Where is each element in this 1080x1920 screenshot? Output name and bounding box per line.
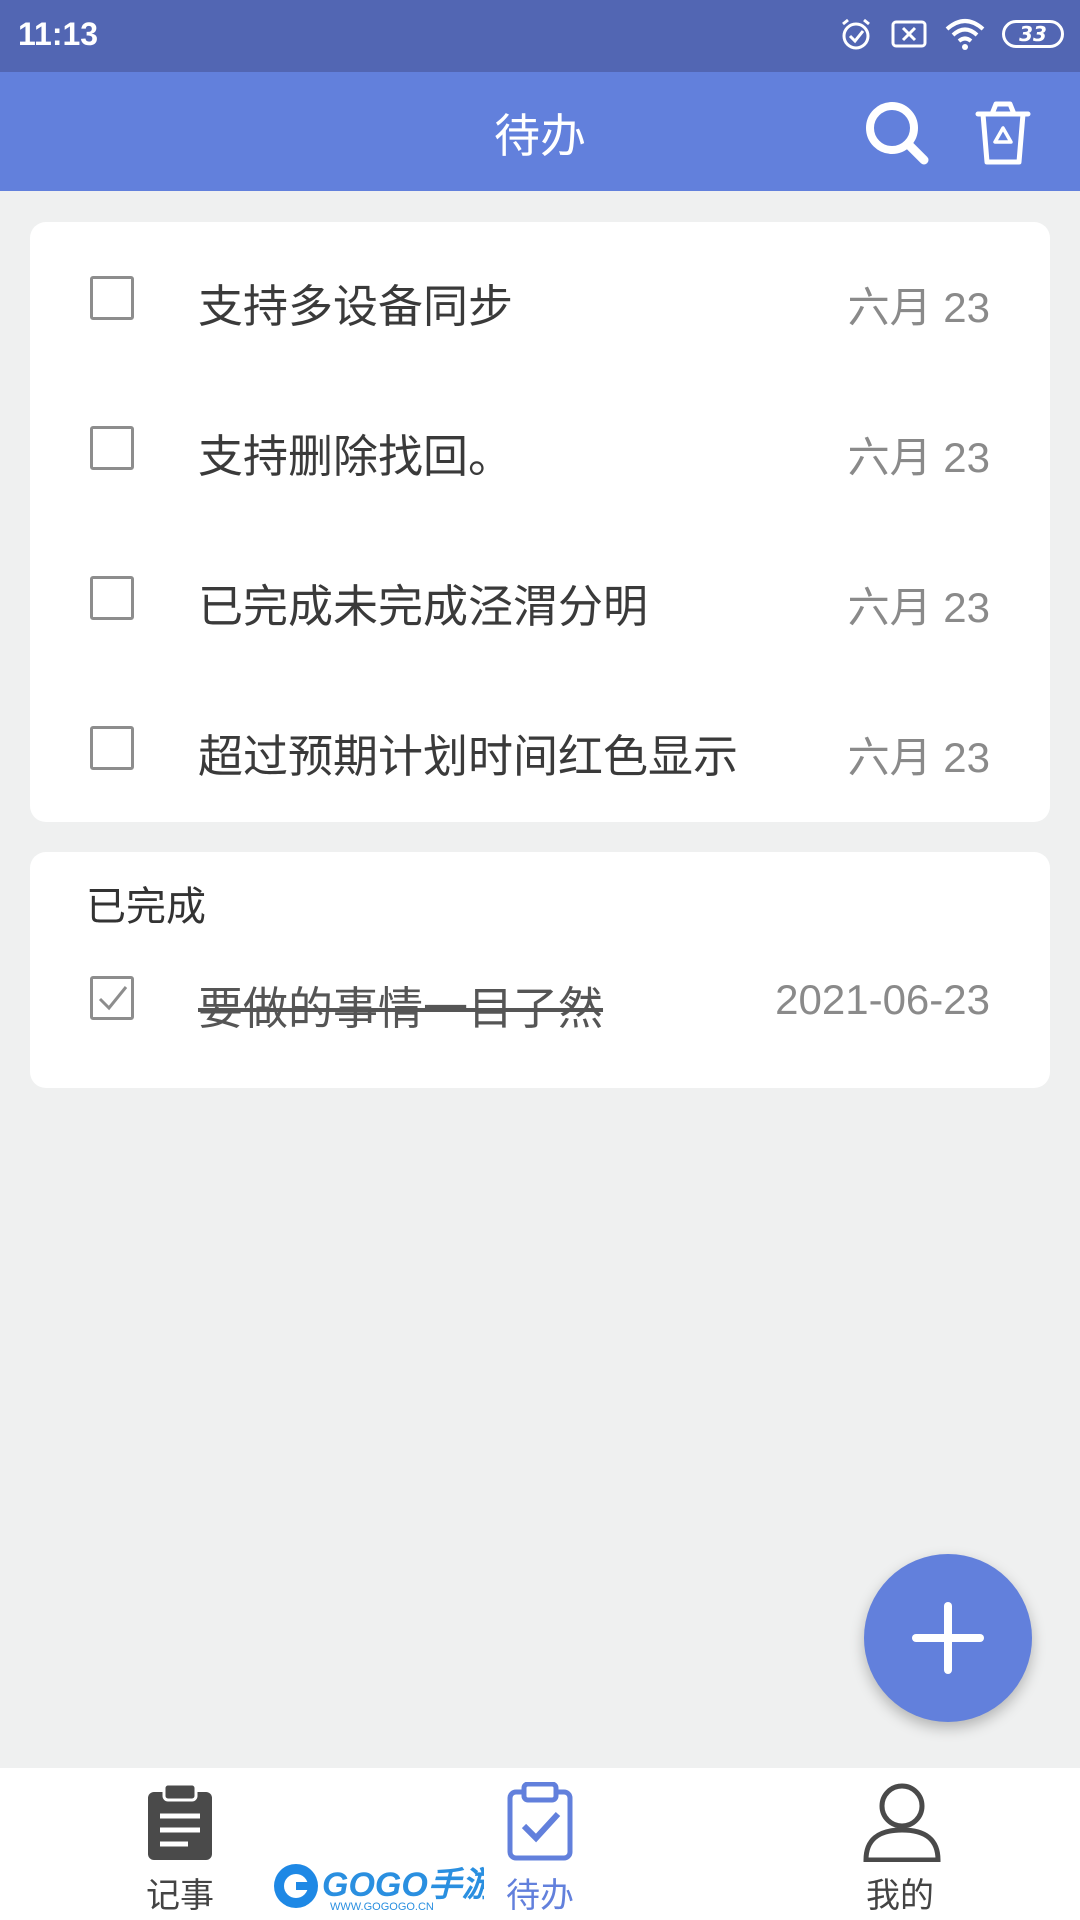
todo-date: 六月 23 xyxy=(847,434,990,481)
check-icon xyxy=(98,986,128,1011)
recycle-bin-button[interactable] xyxy=(968,98,1038,168)
alarm-icon xyxy=(842,18,870,50)
todo-date: 六月 23 xyxy=(847,584,990,631)
completed-section-title: 已完成 xyxy=(86,884,206,930)
todo-item[interactable]: 已完成未完成泾渭分明 六月 23 xyxy=(30,522,1050,672)
add-todo-button[interactable] xyxy=(864,1554,1032,1722)
status-time: 11:13 xyxy=(18,16,99,52)
wifi-icon xyxy=(945,19,985,50)
watermark-brand: GOGO手游网 xyxy=(322,1866,484,1904)
nav-label: 记事 xyxy=(146,1876,214,1916)
checkbox-unchecked[interactable] xyxy=(90,276,134,320)
clipboard-check-icon xyxy=(507,1782,573,1861)
search-icon xyxy=(866,102,929,165)
bottom-nav: 记事 待办 我的 xyxy=(0,1768,1080,1920)
todo-date: 六月 23 xyxy=(847,734,990,781)
checkbox-checked[interactable] xyxy=(90,976,134,1020)
todo-text: 超过预期计划时间红色显示 xyxy=(198,730,739,783)
todo-text: 已完成未完成泾渭分明 xyxy=(198,580,649,633)
app-bar: 待办 xyxy=(0,72,1080,191)
checkbox-unchecked[interactable] xyxy=(90,426,134,470)
nav-item-profile[interactable]: 我的 xyxy=(800,1768,1000,1920)
todo-date: 六月 23 xyxy=(847,284,990,331)
todo-date: 2021-06-23 xyxy=(775,976,990,1023)
status-icons: 33 xyxy=(838,16,1064,52)
todo-item[interactable]: 支持多设备同步 六月 23 xyxy=(30,222,1050,372)
completed-card: 已完成 要做的事情一目了然 2021-06-23 xyxy=(30,852,1050,1088)
watermark-logo: GOGO手游网 WWW.GOGOGO.CN xyxy=(274,1864,484,1913)
todo-item[interactable]: 超过预期计划时间红色显示 六月 23 xyxy=(30,672,1050,822)
todo-item-completed[interactable]: 要做的事情一目了然 2021-06-23 xyxy=(30,938,1050,1088)
clipboard-icon xyxy=(148,1782,212,1860)
search-button[interactable] xyxy=(862,98,932,168)
battery-icon: 33 xyxy=(1002,20,1064,48)
todo-text: 支持删除找回。 xyxy=(198,430,514,483)
nav-item-notes[interactable]: 记事 xyxy=(80,1768,280,1920)
person-icon xyxy=(863,1783,941,1862)
checkbox-unchecked[interactable] xyxy=(90,576,134,620)
nav-label: 我的 xyxy=(866,1876,934,1916)
watermark-url: WWW.GOGOGO.CN xyxy=(330,1901,434,1913)
todo-item[interactable]: 支持删除找回。 六月 23 xyxy=(30,372,1050,522)
notification-blocked-icon xyxy=(891,20,927,48)
pending-card: 支持多设备同步 六月 23 支持删除找回。 六月 23 已完成未完成泾渭分明 六… xyxy=(30,222,1050,822)
plus-icon xyxy=(912,1602,984,1674)
todo-text: 要做的事情一目了然 xyxy=(198,982,604,1035)
checkbox-unchecked[interactable] xyxy=(90,726,134,770)
todo-text: 支持多设备同步 xyxy=(198,280,514,333)
status-bar: 11:13 33 xyxy=(0,0,1080,72)
recycle-bin-icon xyxy=(975,101,1031,165)
